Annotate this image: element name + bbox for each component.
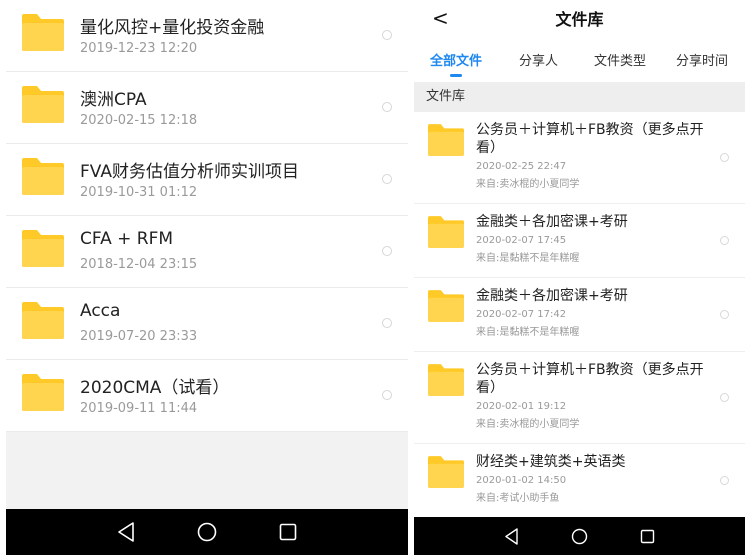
nav-recents-icon[interactable] [279,523,297,541]
folder-name: 澳洲CPA [80,90,147,110]
folder-date: 2020-02-25 22:47 [476,161,567,172]
folder-icon [22,230,64,267]
filter-tabs: 全部文件 分享人 文件类型 分享时间 [414,36,745,82]
shared-folder-item[interactable]: 公务员＋计算机＋FB教资（更多点开看） 2020-02-25 22:47 来自:… [414,112,745,204]
select-radio[interactable] [382,174,392,184]
select-radio[interactable] [382,390,392,400]
folder-list-item[interactable]: 量化风控+量化投资金融 2019-12-23 12:20 [6,0,408,72]
folder-date: 2020-02-07 17:42 [476,309,567,320]
folder-name: Acca [80,301,121,321]
folder-icon [22,302,64,339]
select-radio[interactable] [720,475,729,485]
folder-list: 量化风控+量化投资金融 2019-12-23 12:20 澳洲CPA 2020-… [6,0,408,432]
folder-name: 财经类+建筑类+英语类 [476,454,626,470]
folder-name: FVA财务估值分析师实训项目 [80,162,299,182]
shared-folder-item[interactable]: 金融类＋各加密课+考研 2020-02-07 17:42 来自:是黏糕不是年糕喔 [414,278,745,352]
shared-folder-item[interactable]: 公务员＋计算机＋FB教资（更多点开看） 2020-02-01 19:12 来自:… [414,352,745,444]
nav-home-icon[interactable] [571,528,588,545]
folder-icon [428,290,464,322]
folder-icon [22,14,64,51]
select-radio[interactable] [382,30,392,40]
shared-file-list: 公务员＋计算机＋FB教资（更多点开看） 2020-02-25 22:47 来自:… [414,112,745,518]
select-radio[interactable] [720,392,729,402]
select-radio[interactable] [720,235,729,245]
shared-folder-item[interactable]: 金融类＋各加密课+考研 2020-02-07 17:45 来自:是黏糕不是年糕喔 [414,204,745,278]
folder-date: 2019-12-23 12:20 [80,41,198,56]
page-title: 文件库 [555,10,604,29]
folder-icon [428,456,464,488]
select-radio[interactable] [720,152,729,162]
screenshot-stage: 量化风控+量化投资金融 2019-12-23 12:20 澳洲CPA 2020-… [0,0,745,555]
android-nav-bar [414,517,745,555]
nav-recents-icon[interactable] [640,529,655,544]
right-phone-screen: < 文件库 全部文件 分享人 文件类型 分享时间 文件库 公务员＋计算机＋FB教… [414,0,745,555]
select-radio[interactable] [720,309,729,319]
folder-list-item[interactable]: Acca 2019-07-20 23:33 [6,288,408,360]
folder-name: 公务员＋计算机＋FB教资（更多点开看） [476,122,704,156]
select-radio[interactable] [382,102,392,112]
folder-date: 2020-02-01 19:12 [476,401,567,412]
folder-date: 2019-07-20 23:33 [80,329,198,344]
shared-folder-item[interactable]: 财经类+建筑类+英语类 2020-01-02 14:50 来自:考试小助手鱼 [414,444,745,518]
tab-share-time[interactable]: 分享时间 [676,50,728,69]
nav-back-icon[interactable] [117,522,135,542]
folder-icon [22,374,64,411]
select-radio[interactable] [382,246,392,256]
section-header: 文件库 [414,82,745,112]
folder-list-item[interactable]: FVA财务估值分析师实训项目 2019-10-31 01:12 [6,144,408,216]
app-header: < 文件库 [414,0,745,36]
select-radio[interactable] [382,318,392,328]
folder-source: 来自:考试小助手鱼 [476,493,560,504]
folder-list-item[interactable]: 澳洲CPA 2020-02-15 12:18 [6,72,408,144]
nav-back-icon[interactable] [504,527,519,545]
folder-list-item[interactable]: CFA + RFM 2018-12-04 23:15 [6,216,408,288]
tab-sharer[interactable]: 分享人 [519,50,558,69]
folder-date: 2019-09-11 11:44 [80,401,198,416]
folder-name: 金融类＋各加密课+考研 [476,288,628,304]
tab-file-type[interactable]: 文件类型 [594,50,646,69]
folder-name: CFA + RFM [80,229,174,249]
tab-all-files[interactable]: 全部文件 [430,50,482,69]
nav-home-icon[interactable] [197,522,217,542]
folder-source: 来自:卖冰棍的小夏同学 [476,179,580,190]
folder-date: 2020-02-15 12:18 [80,113,198,128]
active-tab-indicator [450,74,462,77]
folder-date: 2020-01-02 14:50 [476,475,567,486]
folder-name: 量化风控+量化投资金融 [80,18,265,38]
folder-source: 来自:是黏糕不是年糕喔 [476,327,580,338]
folder-icon [428,364,464,396]
folder-date: 2018-12-04 23:15 [80,257,198,272]
folder-name: 2020CMA（试看） [80,378,230,398]
folder-list-item[interactable]: 2020CMA（试看） 2019-09-11 11:44 [6,360,408,432]
folder-icon [22,86,64,123]
folder-source: 来自:是黏糕不是年糕喔 [476,253,580,264]
folder-icon [22,158,64,195]
folder-icon [428,124,464,156]
android-nav-bar [6,509,408,555]
folder-name: 金融类＋各加密课+考研 [476,214,628,230]
folder-date: 2020-02-07 17:45 [476,235,567,246]
folder-date: 2019-10-31 01:12 [80,185,198,200]
folder-name: 公务员＋计算机＋FB教资（更多点开看） [476,362,704,396]
folder-icon [428,216,464,248]
left-phone-screen: 量化风控+量化投资金融 2019-12-23 12:20 澳洲CPA 2020-… [6,0,408,555]
folder-source: 来自:卖冰棍的小夏同学 [476,419,580,430]
